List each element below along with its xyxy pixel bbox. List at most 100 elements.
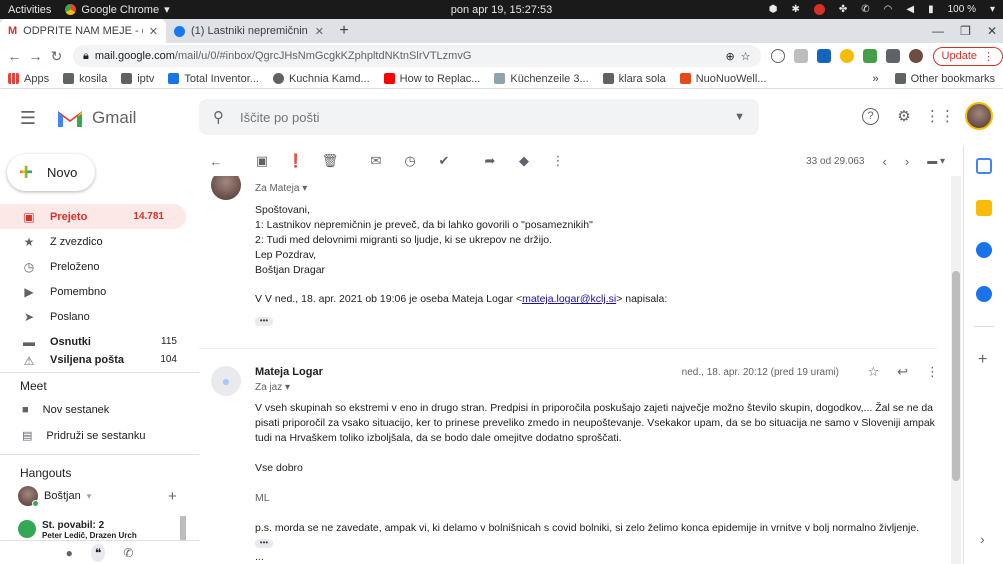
forward-icon[interactable]: → [25,48,46,64]
pager: 33 od 29.063 ‹ › ▬ ▾ [806,154,945,169]
tab-facebook[interactable]: (1) Lastniki nepremičnin n ✕ [166,19,332,43]
extension-icon[interactable] [793,49,808,63]
reload-icon[interactable]: ↻ [46,48,67,65]
new-meeting-item[interactable]: ■ Nov sestanek [22,404,109,416]
move-to-icon[interactable]: ➦ [473,153,507,169]
show-trimmed-content-button[interactable]: ••• [255,539,273,548]
search-bar[interactable]: ⚲ ▼ [199,99,759,135]
restore-icon[interactable]: ❐ [960,24,971,38]
more-bookmarks-button[interactable]: » [873,73,879,85]
sidebar-scrollbar[interactable] [180,516,186,540]
address-bar[interactable]: 🔒︎ mail.google.com/mail/u/0/#inbox/QgrcJ… [72,45,761,67]
profile-avatar-icon[interactable] [908,49,923,63]
conversation-scrollbar[interactable] [951,176,961,564]
search-options-icon[interactable]: ▼ [734,111,745,123]
close-icon[interactable]: ✕ [149,25,158,38]
expand-panel-icon[interactable]: › [980,531,985,547]
label-icon[interactable]: ◆ [507,153,541,169]
next-icon[interactable]: › [905,154,909,169]
person-icon[interactable]: ● [66,546,73,560]
bookmark-kuchnia[interactable]: Kuchnia Kamd... [272,73,370,85]
sidebar-item-spam[interactable]: ⚠ Vsiljena pošta 104 [0,354,199,368]
extension-icon[interactable] [839,49,854,63]
close-icon[interactable]: ✕ [315,25,324,38]
snooze-icon[interactable]: ◷ [393,153,427,169]
zoom-icon[interactable]: ⊕ [725,50,734,63]
bookmark-nuonuowell[interactable]: NuoNuoWell... [679,73,766,85]
keep-icon[interactable] [976,200,992,216]
bookmark-total-inventor[interactable]: Total Inventor... [168,73,259,85]
more-icon[interactable]: ⋮ [926,364,939,380]
gear-icon[interactable]: ⚙ [893,105,915,127]
other-bookmarks[interactable]: Other bookmarks [894,73,995,85]
bookmark-kosila[interactable]: kosila [63,73,107,85]
tasks-icon[interactable] [976,242,992,258]
contacts-icon[interactable] [976,286,992,302]
bookmark-apps[interactable]: Apps [8,73,49,85]
sidebar-item-snoozed[interactable]: ◷ Preloženo [0,254,199,279]
battery-icon: ▮ [928,4,934,15]
get-addons-icon[interactable]: + [978,351,987,369]
archive-icon[interactable]: ▣ [245,153,279,169]
sidebar-item-drafts[interactable]: ▬ Osnutki 115 [0,329,199,354]
extension-icon[interactable] [816,49,831,63]
system-tray[interactable]: ⬢ ✱ ✤ ✆ ◠ ◀ ▮ 100 % ▾ [769,0,995,19]
mark-unread-icon[interactable]: ✉ [359,153,393,169]
sidebar-item-sent[interactable]: ➤ Poslano [0,304,199,329]
back-icon[interactable]: ← [4,48,25,64]
add-contact-icon[interactable]: + [168,488,177,505]
recipient-line[interactable]: Za Mateja ▾ [255,183,307,194]
join-meeting-item[interactable]: ▤ Pridruži se sestanku [22,429,146,443]
minimize-icon[interactable]: — [932,24,944,38]
puzzle-icon[interactable] [885,49,900,63]
bookmark-label: iptv [137,72,155,85]
prev-icon[interactable]: ‹ [883,154,887,169]
chevron-down-icon[interactable]: ▾ [87,491,92,502]
hangouts-invite[interactable]: St. povabil: 2 Peter Ledič, Drazen Urch [18,520,180,540]
reply-icon[interactable]: ↩ [897,364,908,380]
extension-icon[interactable] [862,49,877,63]
extension-icon[interactable] [770,49,785,63]
url-text[interactable]: mail.google.com/mail/u/0/#inbox/QgrcJHsN… [95,50,720,62]
bookmark-how-to[interactable]: How to Replac... [383,73,480,85]
show-trimmed-content-button[interactable]: ••• [255,317,273,326]
account-avatar[interactable] [965,102,993,130]
compose-button[interactable]: + Novo [7,154,95,191]
phone-icon[interactable]: ✆ [123,546,133,560]
sidebar-item-important[interactable]: ▶ Pomembno [0,279,199,304]
star-icon[interactable]: ☆ [741,50,751,63]
meet-item-label: Pridruži se sestanku [46,429,146,442]
hangouts-user-name: Boštjan [44,490,81,502]
main-menu-icon[interactable]: ☰ [0,108,56,129]
sidebar-item-inbox[interactable]: ▣ Prejeto 14.781 [0,204,186,229]
update-button[interactable]: Update ⋮ [932,46,1003,66]
apps-grid-icon[interactable]: ⋮⋮ [925,105,955,127]
report-spam-icon[interactable]: ❗ [279,153,313,169]
close-window-icon[interactable]: ✕ [987,24,997,38]
sender-name[interactable]: Mateja Logar [255,366,323,378]
back-to-inbox-icon[interactable]: ← [199,154,233,169]
gmail-logo[interactable]: Gmail [56,107,196,129]
recipient-line[interactable]: Za jaz ▾ [255,382,290,393]
calendar-icon[interactable] [976,158,992,174]
add-task-icon[interactable]: ✔ [427,153,461,169]
new-tab-button[interactable]: + [332,19,356,43]
search-icon[interactable]: ⚲ [213,108,224,126]
quote-email-link[interactable]: mateja.logar@kclj.si [522,293,616,305]
chat-icon[interactable]: ❝ [90,543,106,562]
bookmark-klara-sola[interactable]: klara sola [602,73,666,85]
input-tools-icon[interactable]: ▬ ▾ [927,156,945,167]
more-icon[interactable]: ⋮ [541,153,575,169]
help-icon[interactable]: ? [862,107,879,125]
bookmark-kuchenzeile[interactable]: Küchenzeile 3... [494,73,589,85]
tab-gmail[interactable]: M ODPRITE NAM MEJE - dr ✕ [0,19,166,43]
star-icon[interactable]: ☆ [867,364,879,380]
sidebar-item-starred[interactable]: ★ Z zvezdico [0,229,199,254]
scrollbar-thumb[interactable] [952,271,960,481]
hangouts-user[interactable]: Boštjan ▾ [18,486,92,507]
activities-button[interactable]: Activities [0,4,59,16]
delete-icon[interactable]: 🗑︎ [313,153,347,169]
app-menu[interactable]: Google Chrome ▾ [65,3,170,16]
bookmark-iptv[interactable]: iptv [121,73,154,85]
search-input[interactable] [240,109,719,125]
